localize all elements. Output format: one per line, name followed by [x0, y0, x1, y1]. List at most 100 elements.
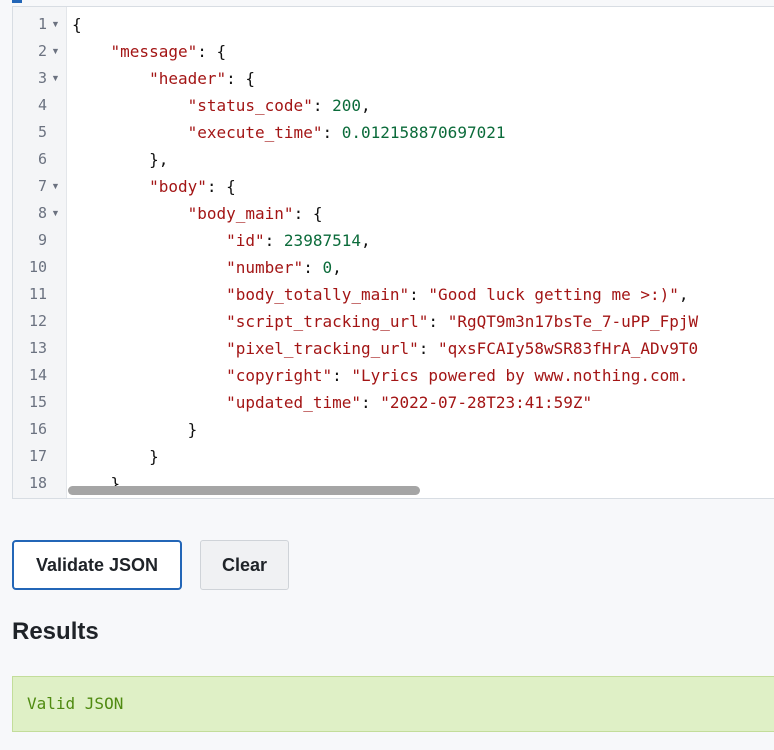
line-number: 13	[13, 335, 47, 362]
code-line: "script_tracking_url": "RgQT9m3n17bsTe_7…	[66, 308, 774, 335]
fold-toggle-icon[interactable]: ▼	[51, 38, 63, 65]
code-token-str: "RgQT9m3n17bsTe_7-uPP_FpjW	[448, 312, 698, 331]
code-token-punc: {	[72, 15, 82, 34]
code-token-punc: : {	[226, 69, 255, 88]
line-number: 16	[13, 416, 47, 443]
code-line-text: "pixel_tracking_url": "qxsFCAIy58wSR83fH…	[72, 335, 698, 362]
line-number: 11	[13, 281, 47, 308]
results-heading: Results	[12, 618, 99, 646]
line-number: 8	[13, 200, 47, 227]
code-line: }	[66, 416, 774, 443]
code-line-text: "header": {	[72, 65, 255, 92]
code-line: },	[66, 146, 774, 173]
code-line-text: "message": {	[72, 38, 226, 65]
code-line-text: "body_main": {	[72, 200, 322, 227]
code-token-key: "pixel_tracking_url"	[226, 339, 419, 358]
code-token-key: "execute_time"	[188, 123, 323, 142]
code-line: "copyright": "Lyrics powered by www.noth…	[66, 362, 774, 389]
code-line-text: "status_code": 200,	[72, 92, 371, 119]
fold-toggle-icon[interactable]: ▼	[51, 173, 63, 200]
code-token-num: 23987514	[284, 231, 361, 250]
code-line: "header": {	[66, 65, 774, 92]
code-line-text: }	[72, 443, 159, 470]
code-token-punc: ,	[361, 96, 371, 115]
code-line-text: }	[72, 416, 197, 443]
code-line: "number": 0,	[66, 254, 774, 281]
code-token-str: "2022-07-28T23:41:59Z"	[380, 393, 592, 412]
clear-button[interactable]: Clear	[200, 540, 289, 590]
fold-toggle-icon[interactable]: ▼	[51, 11, 63, 38]
json-editor[interactable]: 1▼2▼3▼4567▼8▼9101112131415161718 { "mess…	[12, 6, 774, 499]
code-token-str: "Good luck getting me >:)"	[428, 285, 678, 304]
line-number: 14	[13, 362, 47, 389]
code-token-punc: :	[428, 312, 447, 331]
fold-toggle-icon[interactable]: ▼	[51, 65, 63, 92]
code-token-key: "number"	[226, 258, 303, 277]
code-token-punc: }	[149, 447, 159, 466]
result-box: Valid JSON	[12, 676, 774, 732]
line-number: 2	[13, 38, 47, 65]
code-token-key: "body"	[149, 177, 207, 196]
horizontal-scrollbar[interactable]	[68, 486, 420, 495]
line-number: 5	[13, 119, 47, 146]
line-number: 3	[13, 65, 47, 92]
line-number: 6	[13, 146, 47, 173]
line-number: 7	[13, 173, 47, 200]
line-number: 17	[13, 443, 47, 470]
code-line: "pixel_tracking_url": "qxsFCAIy58wSR83fH…	[66, 335, 774, 362]
code-line: "body_main": {	[66, 200, 774, 227]
code-token-punc: : {	[197, 42, 226, 61]
code-line-text: },	[72, 146, 168, 173]
code-line-text: "script_tracking_url": "RgQT9m3n17bsTe_7…	[72, 308, 698, 335]
code-token-key: "copyright"	[226, 366, 332, 385]
result-message: Valid JSON	[27, 677, 123, 731]
line-number-gutter: 1▼2▼3▼4567▼8▼9101112131415161718	[13, 7, 67, 498]
code-line: "body": {	[66, 173, 774, 200]
code-line: "status_code": 200,	[66, 92, 774, 119]
code-line-text: "updated_time": "2022-07-28T23:41:59Z"	[72, 389, 592, 416]
code-line-text: "body": {	[72, 173, 236, 200]
code-token-num: 200	[332, 96, 361, 115]
code-token-punc: :	[303, 258, 322, 277]
code-token-key: "status_code"	[188, 96, 313, 115]
code-line-text: "id": 23987514,	[72, 227, 371, 254]
code-token-punc: :	[409, 285, 428, 304]
code-line: }	[66, 443, 774, 470]
code-token-key: "message"	[111, 42, 198, 61]
code-line-text: "body_totally_main": "Good luck getting …	[72, 281, 689, 308]
code-line: {	[66, 11, 774, 38]
line-number: 18	[13, 470, 47, 497]
code-token-key: "id"	[226, 231, 265, 250]
code-token-punc: }	[188, 420, 198, 439]
code-token-punc: ,	[332, 258, 342, 277]
code-line-text: "copyright": "Lyrics powered by www.noth…	[72, 362, 689, 389]
code-token-key: "script_tracking_url"	[226, 312, 428, 331]
code-area[interactable]: { "message": { "header": { "status_code"…	[66, 7, 774, 498]
code-token-punc: },	[149, 150, 168, 169]
line-number: 15	[13, 389, 47, 416]
code-token-punc: :	[419, 339, 438, 358]
code-token-punc: ,	[361, 231, 371, 250]
code-line: "id": 23987514,	[66, 227, 774, 254]
code-line: "execute_time": 0.012158870697021	[66, 119, 774, 146]
code-token-punc: : {	[207, 177, 236, 196]
fold-toggle-icon[interactable]: ▼	[51, 200, 63, 227]
code-token-key: "updated_time"	[226, 393, 361, 412]
code-line-text: "execute_time": 0.012158870697021	[72, 119, 505, 146]
code-token-punc: :	[265, 231, 284, 250]
line-number: 9	[13, 227, 47, 254]
code-token-punc: :	[361, 393, 380, 412]
line-number: 10	[13, 254, 47, 281]
code-token-key: "body_main"	[188, 204, 294, 223]
code-line: "body_totally_main": "Good luck getting …	[66, 281, 774, 308]
code-token-punc: :	[313, 96, 332, 115]
line-number: 1	[13, 11, 47, 38]
line-number: 12	[13, 308, 47, 335]
validate-json-button[interactable]: Validate JSON	[12, 540, 182, 590]
code-token-key: "body_totally_main"	[226, 285, 409, 304]
code-token-str: "qxsFCAIy58wSR83fHrA_ADv9T0	[438, 339, 698, 358]
code-token-punc: :	[322, 123, 341, 142]
code-token-punc: : {	[294, 204, 323, 223]
code-token-key: "header"	[149, 69, 226, 88]
code-token-str: "Lyrics powered by www.nothing.com.	[351, 366, 688, 385]
